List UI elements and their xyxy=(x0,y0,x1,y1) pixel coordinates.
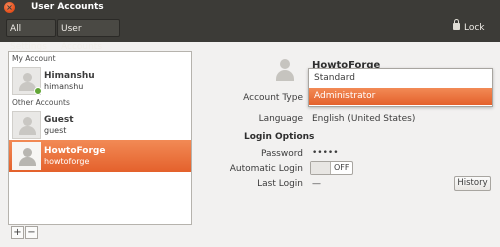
user-name: HowtoForge xyxy=(44,146,106,156)
user-name: Guest xyxy=(44,115,74,125)
user-accounts-button[interactable]: User Accounts xyxy=(57,19,120,52)
dropdown-option-administrator[interactable]: Administrator xyxy=(309,88,492,105)
logged-in-icon xyxy=(34,87,42,95)
toolbar: All Settings User Accounts Lock xyxy=(0,15,500,52)
user-name: Himanshu xyxy=(44,71,95,81)
title-bar: × User Accounts xyxy=(0,0,500,15)
user-login: himanshu xyxy=(44,82,84,91)
user-login: guest xyxy=(44,126,67,135)
lock-label: Lock xyxy=(464,23,485,33)
user-list: My Account Himanshu himanshu Other Accou… xyxy=(8,51,192,225)
user-avatar-icon[interactable] xyxy=(272,57,298,83)
user-row-himanshu[interactable]: Himanshu himanshu xyxy=(9,65,191,97)
language-label: Language xyxy=(258,114,303,124)
dropdown-option-standard[interactable]: Standard xyxy=(309,70,492,87)
add-user-button[interactable]: + xyxy=(11,226,24,239)
automatic-login-label: Automatic Login xyxy=(229,164,303,174)
user-row-guest[interactable]: Guest guest xyxy=(9,109,191,141)
password-label: Password xyxy=(260,149,303,159)
close-icon[interactable]: × xyxy=(4,2,15,13)
history-button[interactable]: History xyxy=(454,176,491,191)
lock-icon xyxy=(453,19,460,30)
password-value[interactable]: ••••• xyxy=(312,148,339,158)
last-login-value: — xyxy=(312,179,321,189)
account-type-dropdown[interactable]: Standard Administrator xyxy=(308,68,493,107)
my-account-label: My Account xyxy=(12,54,56,63)
last-login-label: Last Login xyxy=(257,179,303,189)
user-login: howtoforge xyxy=(44,157,90,166)
toggle-state: OFF xyxy=(334,163,350,172)
avatar xyxy=(12,67,42,95)
toggle-knob xyxy=(311,162,331,174)
lock-button[interactable]: Lock xyxy=(450,19,495,37)
remove-user-button[interactable]: − xyxy=(25,226,38,239)
automatic-login-toggle[interactable]: OFF xyxy=(310,161,353,175)
user-row-howtoforge[interactable]: HowtoForge howtoforge xyxy=(9,140,191,172)
account-type-label: Account Type xyxy=(243,93,303,103)
all-settings-button[interactable]: All Settings xyxy=(6,19,56,52)
login-options-heading: Login Options xyxy=(244,132,315,142)
avatar xyxy=(12,111,41,139)
language-value[interactable]: English (United States) xyxy=(312,114,415,124)
avatar xyxy=(12,142,41,170)
window-title: User Accounts xyxy=(31,2,104,12)
other-accounts-label: Other Accounts xyxy=(12,98,70,107)
